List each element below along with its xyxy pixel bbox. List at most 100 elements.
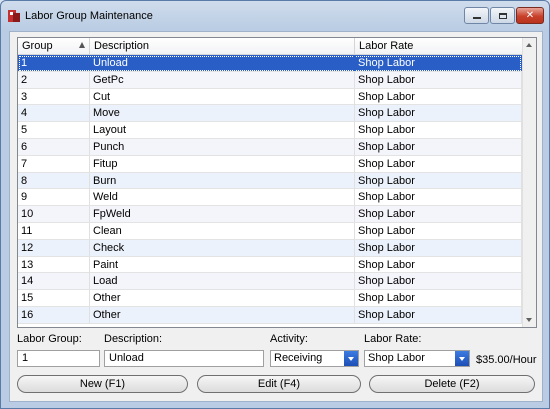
labor-rate-dropdown-button[interactable]	[455, 351, 469, 366]
table-row[interactable]: 1 Unload Shop Labor	[18, 55, 522, 72]
cell-rate: Shop Labor	[355, 155, 522, 172]
cell-rate: Shop Labor	[355, 222, 522, 239]
table-body: 1 Unload Shop Labor 2 GetPc Shop Labor 3 Cut Sho…	[18, 55, 522, 324]
table-row[interactable]: 3 Cut Shop Labor	[18, 88, 522, 106]
table-row[interactable]: 16 Other Shop Labor	[18, 306, 522, 324]
cell-rate: Shop Labor	[355, 172, 522, 189]
delete-button[interactable]: Delete (F2)	[369, 375, 535, 393]
chevron-down-icon	[348, 357, 354, 361]
table-row[interactable]: 5 Layout Shop Labor	[18, 122, 522, 139]
vertical-scrollbar[interactable]	[522, 38, 536, 327]
cell-rate: Shop Labor	[355, 71, 522, 88]
activity-select[interactable]: Receiving	[270, 350, 359, 367]
table-row[interactable]: 2 GetPc Shop Labor	[18, 71, 522, 89]
description-label: Description:	[104, 333, 163, 345]
table-row[interactable]: 15 Other Shop Labor	[18, 290, 522, 307]
column-header-group[interactable]: Group	[18, 38, 90, 54]
table-row[interactable]: 13 Paint Shop Labor	[18, 256, 522, 274]
activity-value: Receiving	[274, 352, 323, 364]
cell-rate: Shop Labor	[355, 273, 522, 290]
cell-rate: Shop Labor	[355, 256, 522, 273]
column-header-labor-rate[interactable]: Labor Rate	[355, 38, 522, 54]
cell-description: Punch	[90, 138, 355, 155]
cell-description: Burn	[90, 172, 355, 189]
scroll-down-icon[interactable]	[526, 318, 532, 322]
cell-description: Check	[90, 239, 355, 256]
cell-rate: Shop Labor	[355, 290, 522, 307]
cell-group: 8	[18, 172, 90, 189]
labor-rate-select[interactable]: Shop Labor	[364, 350, 470, 367]
rate-display: $35.00/Hour	[476, 354, 537, 366]
cell-rate: Shop Labor	[355, 239, 522, 256]
labor-group-table[interactable]: Group Description Labor Rate 1 Unload Shop…	[17, 37, 537, 328]
cell-description: Clean	[90, 222, 355, 239]
close-icon: ✕	[525, 10, 535, 21]
labor-group-window: Labor Group Maintenance ✕ Group Descript…	[0, 0, 550, 409]
scroll-up-icon[interactable]	[526, 43, 532, 47]
cell-group: 16	[18, 306, 90, 323]
cell-description: Load	[90, 273, 355, 290]
maximize-icon	[498, 12, 507, 19]
table-row[interactable]: 6 Punch Shop Labor	[18, 138, 522, 156]
edit-button[interactable]: Edit (F4)	[197, 375, 361, 393]
close-button[interactable]: ✕	[516, 7, 544, 24]
table-row[interactable]: 12 Check Shop Labor	[18, 239, 522, 257]
cell-group: 14	[18, 273, 90, 290]
chevron-down-icon	[459, 357, 465, 361]
cell-description: Other	[90, 306, 355, 323]
cell-group: 4	[18, 105, 90, 122]
table-row[interactable]: 14 Load Shop Labor	[18, 273, 522, 291]
cell-rate: Shop Labor	[355, 105, 522, 122]
cell-group: 15	[18, 290, 90, 307]
table-row[interactable]: 11 Clean Shop Labor	[18, 222, 522, 240]
cell-group: 3	[18, 88, 90, 105]
cell-rate: Shop Labor	[355, 138, 522, 155]
cell-description: GetPc	[90, 71, 355, 88]
cell-description: Cut	[90, 88, 355, 105]
cell-description: Fitup	[90, 155, 355, 172]
client-area: Group Description Labor Rate 1 Unload Shop…	[9, 31, 543, 402]
table-row[interactable]: 9 Weld Shop Labor	[18, 189, 522, 207]
cell-rate: Shop Labor	[355, 306, 522, 323]
cell-description: FpWeld	[90, 206, 355, 223]
cell-description: Other	[90, 290, 355, 307]
description-field[interactable]: Unload	[104, 350, 264, 367]
cell-description: Move	[90, 105, 355, 122]
cell-group: 7	[18, 155, 90, 172]
cell-description: Unload	[90, 55, 355, 71]
cell-rate: Shop Labor	[355, 88, 522, 105]
cell-group: 1	[18, 55, 90, 71]
labor-rate-label: Labor Rate:	[364, 333, 422, 345]
cell-group: 5	[18, 122, 90, 139]
table-row[interactable]: 10 FpWeld Shop Labor	[18, 206, 522, 223]
column-header-description[interactable]: Description	[90, 38, 355, 54]
cell-group: 13	[18, 256, 90, 273]
new-button[interactable]: New (F1)	[17, 375, 188, 393]
cell-group: 10	[18, 206, 90, 223]
title-bar[interactable]: Labor Group Maintenance ✕	[1, 1, 549, 31]
cell-description: Layout	[90, 122, 355, 139]
labor-group-label: Labor Group:	[17, 333, 82, 345]
activity-label: Activity:	[270, 333, 308, 345]
cell-rate: Shop Labor	[355, 122, 522, 139]
cell-rate: Shop Labor	[355, 189, 522, 206]
app-icon	[8, 10, 20, 22]
minimize-button[interactable]	[464, 7, 489, 24]
cell-rate: Shop Labor	[355, 206, 522, 223]
cell-rate: Shop Labor	[355, 55, 522, 71]
maximize-button[interactable]	[490, 7, 515, 24]
table-row[interactable]: 4 Move Shop Labor	[18, 105, 522, 123]
table-row[interactable]: 8 Burn Shop Labor	[18, 172, 522, 190]
cell-group: 11	[18, 222, 90, 239]
activity-dropdown-button[interactable]	[344, 351, 358, 366]
cell-description: Weld	[90, 189, 355, 206]
labor-rate-value: Shop Labor	[368, 352, 425, 364]
table-row[interactable]: 7 Fitup Shop Labor	[18, 155, 522, 173]
minimize-icon	[472, 17, 481, 19]
labor-group-field[interactable]: 1	[17, 350, 100, 367]
cell-group: 2	[18, 71, 90, 88]
window-title: Labor Group Maintenance	[25, 10, 153, 22]
sort-ascending-icon	[79, 42, 85, 48]
cell-group: 9	[18, 189, 90, 206]
cell-group: 12	[18, 239, 90, 256]
